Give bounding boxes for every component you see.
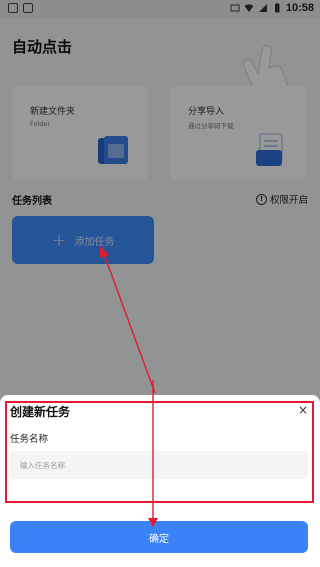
create-task-sheet: 创建新任务 × 任务名称 确定 (0, 395, 320, 567)
task-name-label: 任务名称 (10, 434, 49, 445)
confirm-button[interactable]: 确定 (10, 521, 308, 553)
sheet-title: 创建新任务 (10, 405, 71, 419)
task-name-input[interactable] (10, 451, 308, 479)
close-button[interactable]: × (298, 403, 308, 417)
